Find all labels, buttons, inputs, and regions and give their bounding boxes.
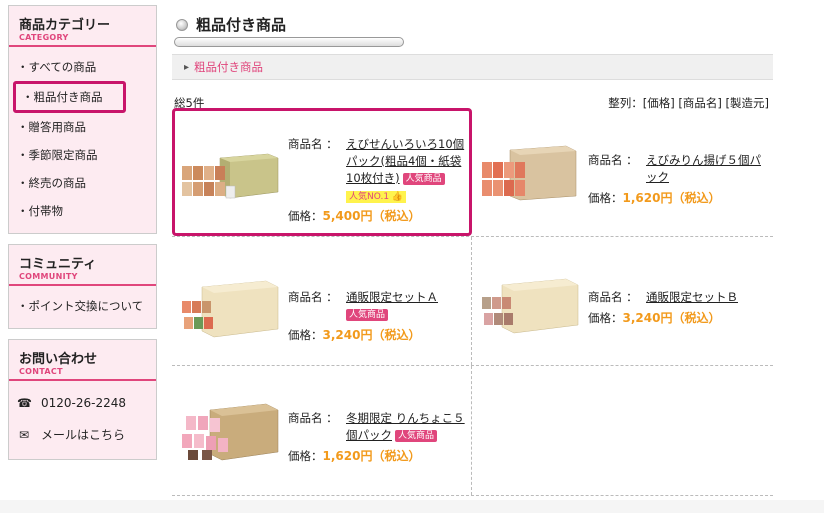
phone-row: ☎ 0120-26-2248: [9, 387, 156, 419]
product-image[interactable]: [180, 402, 280, 462]
product-price: 3,240円（税込）: [322, 328, 421, 342]
sidebar-item-seasonal[interactable]: ・季節限定商品: [9, 141, 156, 169]
mail-icon: ✉: [18, 428, 30, 442]
footer-bar: [0, 500, 824, 513]
sidebar-item-discontinued[interactable]: ・終売の商品: [9, 169, 156, 197]
category-list: ・すべての商品 ・粗品付き商品 ・贈答用商品 ・季節限定商品 ・終売の商品 ・付…: [9, 47, 156, 233]
product-info: 商品名 ： 通販限定セットＡ 人気商品 価格：3,240円（税込）: [288, 289, 470, 344]
breadcrumb: ▸ 粗品付き商品: [172, 54, 773, 80]
product-row: 商品名 ： 通販限定セットＡ人気商品 価格：3,240円（税込） 商品名 ：: [172, 237, 773, 366]
price-line: 価格：3,240円（税込）: [288, 327, 470, 344]
product-image[interactable]: [180, 144, 280, 204]
product-name-label: 商品名 ：: [288, 411, 338, 425]
page-title: 粗品付き商品: [176, 14, 286, 35]
product-info: 商品名 ： えびみりん揚げ５個パック 価格：1,620円（税込）: [588, 152, 770, 207]
community-subtitle: COMMUNITY: [19, 272, 78, 281]
sidebar-item-accessories[interactable]: ・付帯物: [9, 197, 156, 225]
product-name-label: 商品名 ：: [588, 153, 638, 167]
price-line: 価格：1,620円（税込）: [588, 190, 770, 207]
title-bullet-icon: [176, 18, 188, 31]
product-row: 商品名 ： 冬期限定 りんちょこ５個パック 人気商品 価格：1,620円（税込）: [172, 366, 773, 496]
category-header: 商品カテゴリー CATEGORY: [9, 6, 156, 47]
price-label: 価格：: [588, 311, 623, 325]
product-name-line: 商品名 ： 通販限定セットＢ: [588, 289, 770, 306]
product-row: 商品名 ： えびせんいろいろ10個パック(粗品4個・紙袋10枚付き) 人気商品 人気…: [172, 108, 773, 237]
community-title: コミュニティ: [19, 257, 97, 272]
product-name-label: 商品名 ：: [288, 290, 338, 304]
product-name-line: 商品名 ： えびみりん揚げ５個パック: [588, 152, 770, 186]
product-card[interactable]: 商品名 ： 冬期限定 りんちょこ５個パック 人気商品 価格：1,620円（税込）: [172, 366, 472, 495]
contact-header: お問い合わせ CONTACT: [9, 340, 156, 381]
product-info: 商品名 ： えびせんいろいろ10個パック(粗品4個・紙袋10枚付き) 人気商品 人気…: [288, 136, 470, 225]
phone-number: 0120-26-2248: [41, 396, 127, 410]
product-name[interactable]: 通販限定セットＡ: [346, 290, 438, 304]
product-name[interactable]: えびみりん揚げ５個パック: [646, 152, 770, 186]
product-name-line: 商品名 ： 通販限定セットＡ 人気商品: [288, 289, 470, 323]
contact-list: ☎ 0120-26-2248 ✉ メールはこちら: [9, 381, 156, 459]
product-card[interactable]: 商品名 ： えびせんいろいろ10個パック(粗品4個・紙袋10枚付き) 人気商品 人気…: [172, 108, 472, 236]
mail-link[interactable]: メールはこちら: [41, 419, 125, 451]
contact-subtitle: CONTACT: [19, 367, 63, 376]
product-price: 1,620円（税込）: [322, 449, 421, 463]
price-label: 価格：: [288, 449, 323, 463]
community-list: ・ポイント交換について: [9, 286, 156, 328]
popular-badge: 人気商品: [395, 430, 438, 442]
product-image[interactable]: [180, 279, 280, 339]
sidebar: 商品カテゴリー CATEGORY ・すべての商品 ・粗品付き商品 ・贈答用商品 …: [8, 5, 157, 470]
mail-row[interactable]: ✉ メールはこちら: [9, 419, 156, 451]
sidebar-item-all-products[interactable]: ・すべての商品: [9, 53, 156, 81]
breadcrumb-arrow-icon: ▸: [184, 61, 190, 73]
product-price: 5,400円（税込）: [322, 209, 421, 223]
product-grid: 商品名 ： えびせんいろいろ10個パック(粗品4個・紙袋10枚付き) 人気商品 人気…: [172, 108, 773, 496]
sidebar-item-gift-products[interactable]: ・贈答用商品: [9, 113, 156, 141]
product-image[interactable]: [480, 142, 580, 202]
price-line: 価格：5,400円（税込）: [288, 208, 470, 225]
category-box: 商品カテゴリー CATEGORY ・すべての商品 ・粗品付き商品 ・贈答用商品 …: [8, 5, 157, 234]
title-underline-bar: [174, 37, 404, 47]
product-name-line: 商品名 ： えびせんいろいろ10個パック(粗品4個・紙袋10枚付き) 人気商品 人気…: [288, 136, 470, 204]
price-label: 価格：: [588, 191, 623, 205]
product-price: 1,620円（税込）: [622, 191, 721, 205]
product-name-link[interactable]: 冬期限定 りんちょこ５個パック 人気商品: [346, 410, 470, 444]
breadcrumb-current: 粗品付き商品: [194, 60, 264, 74]
page-title-text: 粗品付き商品: [196, 16, 287, 34]
price-line: 価格：3,240円（税込）: [588, 310, 770, 327]
product-name-label: 商品名 ：: [588, 290, 638, 304]
product-name-link[interactable]: えびせんいろいろ10個パック(粗品4個・紙袋10枚付き) 人気商品 人気NO.1 👍: [346, 136, 470, 204]
product-name[interactable]: 通販限定セットＢ: [646, 289, 738, 306]
price-label: 価格：: [288, 209, 323, 223]
product-name-link[interactable]: 通販限定セットＡ 人気商品: [346, 289, 438, 323]
product-price: 3,240円（税込）: [622, 311, 721, 325]
empty-cell: [472, 366, 772, 495]
product-info: 商品名 ： 冬期限定 りんちょこ５個パック 人気商品 価格：1,620円（税込）: [288, 410, 470, 465]
sidebar-item-gift-included[interactable]: ・粗品付き商品: [13, 81, 126, 113]
popular-no1-badge: 人気NO.1 👍: [346, 191, 407, 203]
price-line: 価格：1,620円（税込）: [288, 448, 470, 465]
contact-box: お問い合わせ CONTACT ☎ 0120-26-2248 ✉ メールはこちら: [8, 339, 157, 460]
contact-title: お問い合わせ: [19, 352, 98, 367]
popular-badge: 人気商品: [402, 173, 445, 185]
product-card[interactable]: 商品名 ： 通販限定セットＡ 人気商品 価格：3,240円（税込）: [172, 237, 472, 365]
product-info: 商品名 ： 通販限定セットＢ 価格：3,240円（税込）: [588, 289, 770, 327]
product-image[interactable]: [480, 277, 580, 337]
community-header: コミュニティ COMMUNITY: [9, 245, 156, 286]
popular-badge: 人気商品: [346, 309, 389, 321]
product-card[interactable]: 商品名 ： えびみりん揚げ５個パック 価格：1,620円（税込）: [472, 108, 772, 236]
product-name-line: 商品名 ： 冬期限定 りんちょこ５個パック 人気商品: [288, 410, 470, 444]
product-name-label: 商品名 ：: [288, 137, 338, 151]
phone-icon: ☎: [17, 396, 32, 410]
category-subtitle: CATEGORY: [19, 33, 69, 42]
community-box: コミュニティ COMMUNITY ・ポイント交換について: [8, 244, 157, 329]
sidebar-item-points[interactable]: ・ポイント交換について: [9, 292, 156, 320]
category-title: 商品カテゴリー: [19, 18, 111, 33]
price-label: 価格：: [288, 328, 323, 342]
product-card[interactable]: 商品名 ： 通販限定セットＢ 価格：3,240円（税込）: [472, 237, 772, 365]
